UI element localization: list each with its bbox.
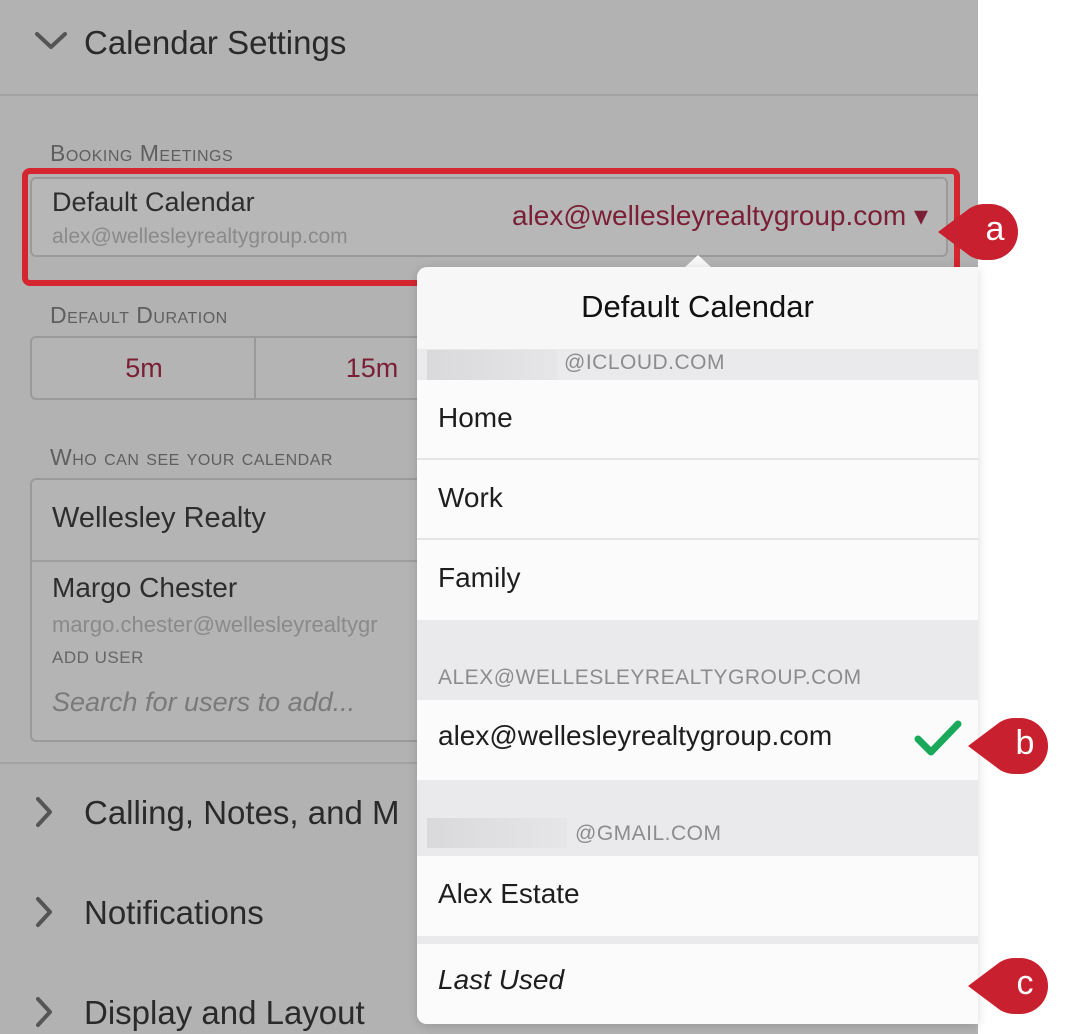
- section-title: Calling, Notes, and M: [84, 794, 400, 831]
- default-calendar-dropdown: Default Calendar @ICLOUD.COM Home Work F…: [417, 267, 978, 1024]
- chevron-right-icon: [34, 996, 54, 1034]
- divider: [0, 94, 978, 96]
- calendar-settings-header[interactable]: Calendar Settings: [0, 0, 978, 94]
- section-title: Calendar Settings: [84, 24, 347, 61]
- option-label: alex@wellesleyrealtygroup.com: [438, 720, 833, 751]
- user-name: Margo Chester: [52, 572, 238, 603]
- who-can-see-label: Who can see your calendar: [50, 444, 333, 470]
- group-label: @GMAIL.COM: [575, 822, 722, 845]
- calendar-option-home[interactable]: Home: [417, 380, 978, 460]
- duration-option-5m[interactable]: 5m: [32, 338, 256, 398]
- section-title: Notifications: [84, 894, 264, 931]
- callout-marker-a: a: [936, 202, 1018, 262]
- segment-divider: [254, 338, 256, 398]
- redacted-account: [427, 350, 557, 380]
- user-email: margo.chester@wellesleyrealtygr: [52, 612, 378, 637]
- callout-marker-c: c: [966, 956, 1048, 1016]
- callout-letter: b: [1015, 724, 1035, 762]
- group-header-gmail: @GMAIL.COM: [417, 780, 978, 856]
- chevron-right-icon: [34, 796, 54, 836]
- calendar-option-work[interactable]: Work: [417, 460, 978, 540]
- dropdown-title: Default Calendar: [581, 289, 814, 324]
- group-header-icloud: @ICLOUD.COM: [417, 349, 978, 381]
- booking-meetings-label: Booking Meetings: [50, 140, 234, 166]
- option-label: Last Used: [438, 964, 565, 995]
- calendar-option-alex-estate[interactable]: Alex Estate: [417, 856, 978, 936]
- add-user-label: ADD USER: [52, 648, 144, 667]
- calendar-option-family[interactable]: Family: [417, 540, 978, 620]
- chevron-right-icon: [34, 896, 54, 936]
- callout-letter: c: [1016, 964, 1034, 1002]
- group-header-wellesley: ALEX@WELLESLEYREALTYGROUP.COM: [417, 620, 978, 700]
- group-label: ALEX@WELLESLEYREALTYGROUP.COM: [438, 666, 862, 689]
- calendar-option-alex[interactable]: alex@wellesleyrealtygroup.com: [417, 700, 978, 780]
- group-label: @ICLOUD.COM: [564, 351, 725, 374]
- callout-marker-b: b: [966, 716, 1048, 776]
- option-label: Alex Estate: [438, 878, 580, 909]
- option-label: Work: [438, 482, 503, 513]
- callout-letter: a: [985, 210, 1005, 248]
- checkmark-icon: [914, 720, 962, 756]
- section-title: Display and Layout: [84, 994, 365, 1031]
- redacted-account: [427, 818, 567, 848]
- option-label: Home: [438, 402, 513, 433]
- chevron-down-icon: [34, 26, 68, 60]
- default-duration-label: Default Duration: [50, 302, 228, 328]
- option-label: Family: [438, 562, 521, 593]
- group-name[interactable]: Wellesley Realty: [52, 502, 266, 535]
- group-spacer: [417, 936, 978, 944]
- calendar-option-last-used[interactable]: Last Used: [417, 944, 978, 1024]
